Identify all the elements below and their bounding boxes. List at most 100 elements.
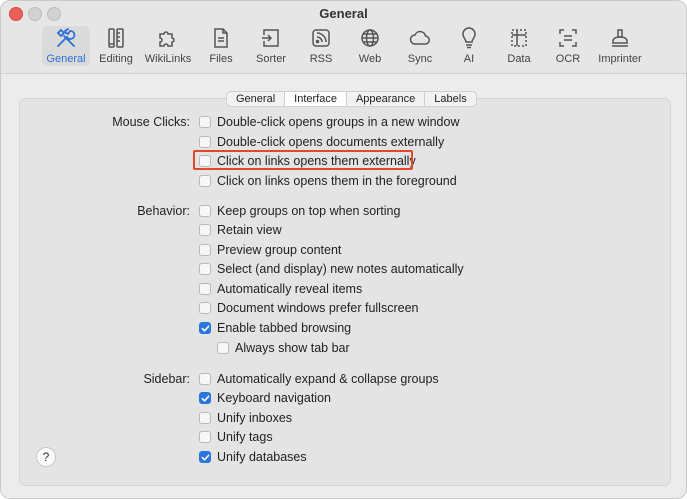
title-bar: General General Editing WikiLinks Files … bbox=[1, 1, 686, 74]
toolbar-label: Editing bbox=[99, 53, 133, 65]
globe-icon bbox=[361, 29, 379, 47]
toolbar-label: Sorter bbox=[256, 53, 286, 65]
tab-bar: General Interface Appearance Labels bbox=[226, 91, 477, 107]
toolbar-label: General bbox=[46, 53, 86, 65]
checkbox-label: Preview group content bbox=[217, 243, 342, 257]
toolbar-files[interactable]: Files bbox=[204, 26, 238, 66]
checkbox-row[interactable]: Double-click opens groups in a new windo… bbox=[199, 115, 460, 129]
tab-labels[interactable]: Labels bbox=[425, 92, 475, 106]
checkbox-label: Unify databases bbox=[217, 450, 307, 464]
checkbox-label: Enable tabbed browsing bbox=[217, 321, 352, 335]
checkbox[interactable] bbox=[199, 263, 211, 275]
checkbox[interactable] bbox=[199, 431, 211, 443]
behavior-label: Behavior: bbox=[137, 204, 190, 218]
checkbox-row[interactable]: Unify databases bbox=[199, 450, 307, 464]
checkbox[interactable] bbox=[199, 283, 211, 295]
toolbar-web[interactable]: Web bbox=[356, 26, 384, 66]
tab-interface[interactable]: Interface bbox=[285, 92, 347, 106]
preferences-toolbar: General Editing WikiLinks Files Sorter R… bbox=[1, 25, 686, 71]
cloud-icon bbox=[409, 30, 430, 45]
checkbox[interactable] bbox=[199, 116, 211, 128]
checkbox-label: Always show tab bar bbox=[235, 341, 350, 355]
checkbox[interactable] bbox=[199, 205, 211, 217]
toolbar-imprinter[interactable]: Imprinter bbox=[596, 26, 644, 66]
toolbar-data[interactable]: Data bbox=[504, 26, 534, 66]
sidebar-label: Sidebar: bbox=[143, 372, 190, 386]
toolbar-label: Imprinter bbox=[598, 53, 642, 65]
checkmark-icon bbox=[201, 394, 209, 402]
help-button[interactable]: ? bbox=[36, 447, 56, 467]
toolbar-sync[interactable]: Sync bbox=[404, 26, 436, 66]
checkbox[interactable] bbox=[199, 302, 211, 314]
checkbox-checked[interactable] bbox=[199, 322, 211, 334]
checkbox-row[interactable]: Keep groups on top when sorting bbox=[199, 204, 400, 218]
checkbox-label: Select (and display) new notes automatic… bbox=[217, 262, 464, 276]
checkbox[interactable] bbox=[217, 342, 229, 354]
toolbar-label: RSS bbox=[309, 53, 333, 65]
checkbox[interactable] bbox=[199, 136, 211, 148]
tab-general[interactable]: General bbox=[227, 92, 286, 106]
checkbox[interactable] bbox=[199, 224, 211, 236]
checkbox[interactable] bbox=[199, 244, 211, 256]
checkbox-row[interactable]: Click on links opens them in the foregro… bbox=[199, 174, 457, 188]
rss-icon bbox=[312, 29, 330, 47]
checkbox-row[interactable]: Always show tab bar bbox=[217, 341, 350, 355]
toolbar-ai[interactable]: AI bbox=[457, 26, 481, 66]
checkbox-row[interactable]: Automatically expand & collapse groups bbox=[199, 372, 439, 386]
checkbox-label: Unify tags bbox=[217, 430, 273, 444]
checkbox-label: Double-click opens groups in a new windo… bbox=[217, 115, 460, 129]
lightbulb-icon bbox=[462, 27, 476, 49]
ocr-icon bbox=[559, 29, 577, 47]
checkbox-row[interactable]: Keyboard navigation bbox=[199, 391, 331, 405]
files-icon bbox=[214, 28, 228, 48]
checkbox-checked[interactable] bbox=[199, 451, 211, 463]
checkbox[interactable] bbox=[199, 175, 211, 187]
toolbar-label: AI bbox=[463, 53, 475, 65]
toolbar-wikilinks[interactable]: WikiLinks bbox=[144, 26, 192, 66]
data-icon bbox=[511, 29, 527, 47]
toolbar-label: Web bbox=[358, 53, 382, 65]
toolbar-general[interactable]: General bbox=[42, 26, 90, 66]
checkbox-row[interactable]: Double-click opens documents externally bbox=[199, 135, 444, 149]
checkbox-row[interactable]: Enable tabbed browsing bbox=[199, 321, 351, 335]
checkbox-row[interactable]: Unify tags bbox=[199, 430, 273, 444]
window-title: General bbox=[319, 6, 368, 21]
checkbox-checked[interactable] bbox=[199, 392, 211, 404]
checkbox-row[interactable]: Automatically reveal items bbox=[199, 282, 362, 296]
checkmark-icon bbox=[201, 453, 209, 461]
toolbar-label: Files bbox=[209, 53, 233, 65]
mouse-clicks-label: Mouse Clicks: bbox=[112, 115, 190, 129]
toolbar-label: OCR bbox=[555, 53, 581, 65]
checkbox-label: Keyboard navigation bbox=[217, 391, 331, 405]
checkbox-label: Keep groups on top when sorting bbox=[217, 204, 401, 218]
checkmark-icon bbox=[201, 324, 209, 332]
checkbox-label: Unify inboxes bbox=[217, 411, 293, 425]
checkbox-label: Automatically reveal items bbox=[217, 282, 363, 296]
sorter-icon bbox=[262, 29, 279, 47]
puzzle-icon bbox=[159, 31, 175, 47]
checkbox-label: Click on links opens them in the foregro… bbox=[217, 174, 457, 188]
preferences-window: General General Editing WikiLinks Files … bbox=[0, 0, 687, 499]
checkbox-row[interactable]: Retain view bbox=[199, 223, 282, 237]
toolbar-label: Sync bbox=[407, 53, 433, 65]
checkbox-row[interactable]: Unify inboxes bbox=[199, 411, 292, 425]
checkbox[interactable] bbox=[199, 412, 211, 424]
toolbar-sorter[interactable]: Sorter bbox=[253, 26, 289, 66]
checkbox[interactable] bbox=[199, 373, 211, 385]
checkbox-row[interactable]: Document windows prefer fullscreen bbox=[199, 301, 418, 315]
toolbar-rss[interactable]: RSS bbox=[306, 26, 336, 66]
checkbox-label: Retain view bbox=[217, 223, 282, 237]
highlight-box bbox=[193, 150, 413, 170]
checkbox-label: Double-click opens documents externally bbox=[217, 135, 445, 149]
toolbar-editing[interactable]: Editing bbox=[97, 26, 135, 66]
checkbox-row[interactable]: Preview group content bbox=[199, 243, 341, 257]
stamp-icon bbox=[612, 29, 628, 47]
toolbar-label: Data bbox=[507, 53, 531, 65]
checkbox-label: Document windows prefer fullscreen bbox=[217, 301, 419, 315]
tab-appearance[interactable]: Appearance bbox=[347, 92, 426, 106]
tools-icon bbox=[56, 28, 76, 47]
toolbar-label: WikiLinks bbox=[144, 53, 192, 65]
pencil-ruler-icon bbox=[108, 28, 124, 48]
toolbar-ocr[interactable]: OCR bbox=[553, 26, 583, 66]
checkbox-row[interactable]: Select (and display) new notes automatic… bbox=[199, 262, 464, 276]
